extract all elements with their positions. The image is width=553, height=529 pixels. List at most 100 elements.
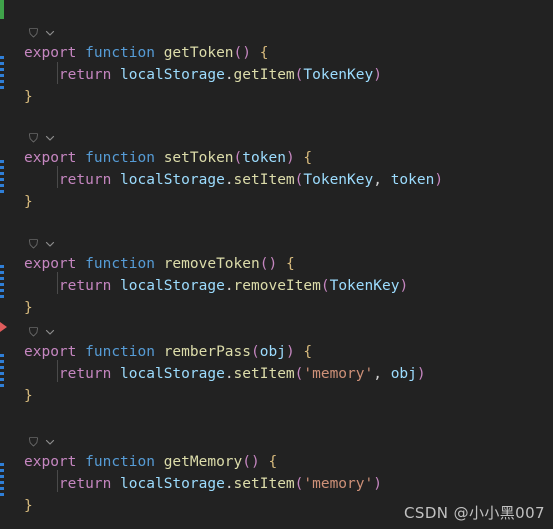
code-token: token <box>390 172 435 188</box>
code-token: export <box>24 45 77 61</box>
code-token: localStorage <box>120 172 225 188</box>
code-token: function <box>85 344 155 360</box>
code-token: ( <box>233 150 243 166</box>
code-token: TokenKey <box>329 278 400 294</box>
git-modified-marker[interactable] <box>0 354 4 388</box>
code-token: return <box>58 172 112 188</box>
code-token: } <box>24 498 33 514</box>
code-token: { <box>285 256 295 272</box>
code-content[interactable]: export function getToken() { return loca… <box>0 0 553 529</box>
code-token: function <box>85 256 155 272</box>
git-modified-marker[interactable] <box>0 265 4 299</box>
code-line[interactable]: export function remberPass(obj) { <box>24 341 312 363</box>
code-line[interactable]: export function getMemory() { <box>24 451 277 473</box>
code-token: token <box>242 150 286 166</box>
code-token: () <box>242 454 260 470</box>
code-token: . <box>224 172 234 188</box>
git-modified-marker[interactable] <box>0 463 4 497</box>
code-token: return <box>58 476 112 492</box>
csdn-watermark: CSDN @小小黑007 <box>404 504 545 522</box>
code-token: function <box>85 45 155 61</box>
code-token: TokenKey <box>303 172 374 188</box>
breakpoint-marker[interactable] <box>0 322 7 332</box>
code-token: return <box>58 67 112 83</box>
code-token: () <box>233 45 252 61</box>
code-token: setItem <box>233 476 295 492</box>
code-token: ) <box>416 366 426 382</box>
code-token: { <box>259 45 269 61</box>
editor-gutter[interactable] <box>0 0 14 529</box>
code-line[interactable]: } <box>24 86 33 108</box>
code-line[interactable]: export function setToken(token) { <box>24 147 312 169</box>
code-token: } <box>24 89 33 105</box>
code-token: ( <box>251 344 260 360</box>
code-token: . <box>224 366 234 382</box>
code-token: , <box>373 172 391 188</box>
code-token: } <box>24 194 33 210</box>
code-line[interactable]: return localStorage.setItem('memory') <box>24 473 382 495</box>
code-line[interactable]: } <box>24 495 33 517</box>
git-modified-marker[interactable] <box>0 56 4 90</box>
code-line[interactable]: export function getToken() { <box>24 42 268 64</box>
code-editor[interactable]: ⛉ ⛉ ⛉ ⛉ ⛉ export function getToken() { retur… <box>0 0 553 529</box>
code-token: function <box>85 454 155 470</box>
code-token: . <box>224 476 234 492</box>
code-token: getMemory <box>163 454 243 470</box>
code-line[interactable]: return localStorage.setItem('memory', ob… <box>24 363 426 385</box>
code-line[interactable]: return localStorage.setItem(TokenKey, to… <box>24 169 443 191</box>
code-token: removeItem <box>233 278 321 294</box>
code-token: () <box>259 256 278 272</box>
code-token: function <box>85 150 155 166</box>
code-token: setItem <box>233 366 295 382</box>
code-line[interactable]: } <box>24 385 33 407</box>
code-token: return <box>58 278 112 294</box>
code-token: ) <box>373 476 382 492</box>
code-token: } <box>24 388 33 404</box>
code-token: ) <box>373 67 382 83</box>
code-line[interactable]: return localStorage.removeItem(TokenKey) <box>24 275 408 297</box>
code-token: export <box>24 256 77 272</box>
code-token: . <box>224 67 234 83</box>
code-token: 'memory' <box>303 476 374 492</box>
code-token: ) <box>434 172 444 188</box>
git-modified-marker[interactable] <box>0 160 4 194</box>
code-token: } <box>24 300 33 316</box>
code-token: removeToken <box>163 256 260 272</box>
code-token: ( <box>320 278 330 294</box>
code-token: localStorage <box>120 278 225 294</box>
code-token: ) <box>285 150 295 166</box>
code-line[interactable]: return localStorage.getItem(TokenKey) <box>24 64 382 86</box>
code-line[interactable]: export function removeToken() { <box>24 253 295 275</box>
code-token: localStorage <box>120 366 225 382</box>
code-token: obj <box>390 366 417 382</box>
code-token: ) <box>285 344 295 360</box>
code-token: . <box>224 278 234 294</box>
code-token: localStorage <box>120 67 225 83</box>
code-line[interactable]: } <box>24 191 33 213</box>
code-token: export <box>24 454 77 470</box>
code-token: localStorage <box>120 476 225 492</box>
code-token: ) <box>399 278 409 294</box>
code-line[interactable]: } <box>24 297 33 319</box>
code-token: 'memory' <box>303 366 374 382</box>
code-token: , <box>373 366 391 382</box>
git-added-marker[interactable] <box>0 0 4 19</box>
